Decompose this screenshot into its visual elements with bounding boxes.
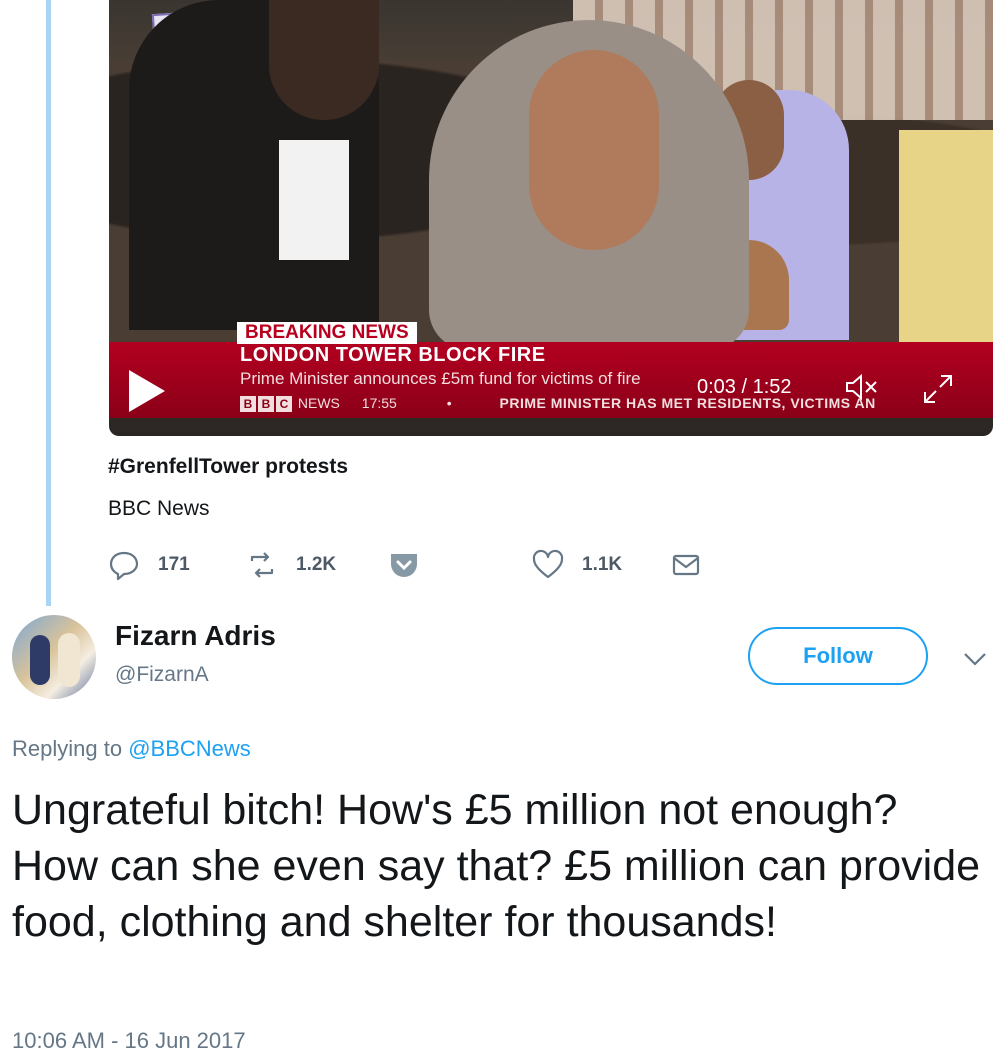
heart-icon xyxy=(532,549,564,579)
card-title[interactable]: #GrenfellTower protests xyxy=(108,455,348,479)
envelope-icon xyxy=(672,554,700,576)
retweet-button[interactable]: 1.2K xyxy=(246,548,336,582)
playback-time: 0:03 / 1:52 xyxy=(697,376,792,398)
retweet-icon xyxy=(250,552,274,578)
reply-count: 171 xyxy=(158,554,190,575)
ticker-bullet: • xyxy=(446,395,452,411)
ticker-brand: NEWS xyxy=(297,395,340,411)
bbc-logo-letter: C xyxy=(276,396,292,412)
avatar[interactable] xyxy=(12,615,96,699)
news-headline: LONDON TOWER BLOCK FIRE xyxy=(240,344,546,366)
pocket-icon xyxy=(391,554,417,577)
mute-icon[interactable] xyxy=(845,374,879,400)
tweet-text: Ungrateful bitch! How's £5 million not e… xyxy=(12,786,981,946)
video-player[interactable]: BREAKING NEWS LONDON TOWER BLOCK FIRE Pr… xyxy=(109,0,993,436)
like-button[interactable]: 1.1K xyxy=(532,548,622,582)
bbc-logo-letter: B xyxy=(258,396,274,412)
reply-icon xyxy=(109,551,139,581)
bookmark-button[interactable] xyxy=(388,548,420,582)
ticker-time: 17:55 xyxy=(361,395,397,411)
replying-to-prefix: Replying to xyxy=(12,736,123,761)
bbc-logo-letter: B xyxy=(240,396,256,412)
breaking-news-tag: BREAKING NEWS xyxy=(237,322,417,344)
thread-connector-line xyxy=(46,0,51,606)
chevron-down-icon[interactable] xyxy=(962,648,988,670)
user-display-name[interactable]: Fizarn Adris xyxy=(115,620,276,652)
ticker-text: PRIME MINISTER HAS MET RESIDENTS, VICTIM… xyxy=(499,395,876,411)
play-icon[interactable] xyxy=(129,370,165,412)
card-source: BBC News xyxy=(108,497,210,520)
tweet-timestamp[interactable]: 10:06 AM - 16 Jun 2017 xyxy=(12,1028,246,1054)
expand-icon[interactable] xyxy=(921,372,955,406)
reply-button[interactable]: 171 xyxy=(108,548,190,582)
video-reporter-face xyxy=(529,50,659,250)
direct-message-button[interactable] xyxy=(670,548,702,582)
news-lower-third: BREAKING NEWS LONDON TOWER BLOCK FIRE Pr… xyxy=(109,322,993,418)
retweet-count: 1.2K xyxy=(296,554,337,575)
bbc-logo: BBC xyxy=(240,395,294,412)
tweet-actions-bar: 171 1.2K 1.1K xyxy=(108,548,728,582)
news-subheadline: Prime Minister announces £5m fund for vi… xyxy=(240,369,641,388)
user-handle[interactable]: @FizarnA xyxy=(115,663,209,687)
video-person-yellow-shirt xyxy=(899,130,993,350)
video-person-shirt xyxy=(279,140,349,260)
replying-to-link[interactable]: @BBCNews xyxy=(128,736,251,761)
video-person-left-face xyxy=(269,0,379,120)
like-count: 1.1K xyxy=(582,554,623,575)
follow-button[interactable]: Follow xyxy=(748,627,928,685)
replying-to-line: Replying to @BBCNews xyxy=(12,736,251,762)
